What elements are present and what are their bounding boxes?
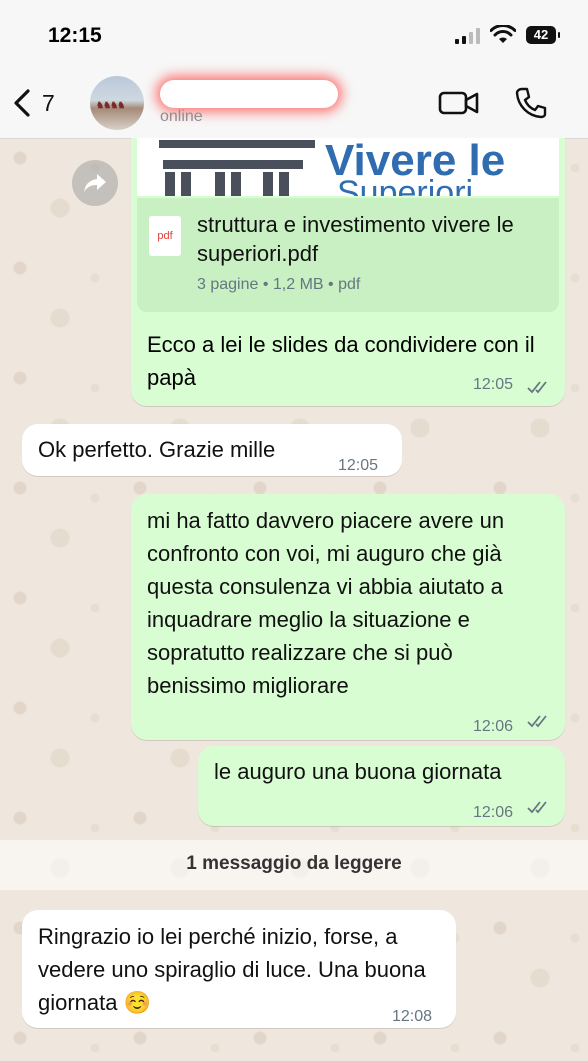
document-message[interactable]: Vivere le Superiori pdf struttura e inve… <box>131 138 565 406</box>
message-time: 12:08 <box>392 1008 433 1025</box>
status-time: 12:15 <box>48 24 102 47</box>
battery-icon: 42 <box>526 26 560 44</box>
unread-count[interactable]: 7 <box>42 90 55 117</box>
contact-avatar[interactable]: ♞♞♞♞ <box>90 76 144 130</box>
message-time: 12:05 <box>338 457 379 474</box>
pdf-icon: pdf <box>149 216 181 256</box>
forward-icon <box>84 174 106 192</box>
message-text: Ok perfetto. Grazie mille <box>38 437 276 462</box>
forward-button[interactable] <box>72 160 118 206</box>
phone-icon[interactable] <box>514 86 548 120</box>
file-card[interactable]: pdf struttura e investimento vivere le s… <box>137 198 559 312</box>
incoming-message[interactable]: Ringrazio io lei perché inizio, forse, a… <box>22 910 456 1028</box>
status-bar: 12:15 42 <box>0 0 588 70</box>
message-text: mi ha fatto davvero piacere avere un con… <box>147 508 505 698</box>
double-check-icon <box>527 715 547 728</box>
file-name: struttura e investimento vivere le super… <box>197 212 514 266</box>
outgoing-message[interactable]: mi ha fatto davvero piacere avere un con… <box>131 494 565 740</box>
message-time: 12:05 <box>473 376 514 393</box>
preview-subtitle: Superiori <box>337 174 474 196</box>
message-text: Ringrazio io lei perché inizio, forse, a… <box>38 924 426 1015</box>
incoming-message[interactable]: Ok perfetto. Grazie mille 12:05 <box>22 424 402 476</box>
wifi-icon <box>490 25 516 43</box>
double-check-icon <box>527 381 547 394</box>
unread-divider-label: 1 messaggio da leggere <box>186 853 402 874</box>
back-chevron-icon[interactable] <box>10 88 34 118</box>
outgoing-message[interactable]: le auguro una buona giornata 12:06 <box>198 746 565 826</box>
video-call-icon[interactable] <box>438 88 480 118</box>
contact-name-redacted[interactable] <box>160 80 338 108</box>
unread-divider: 1 messaggio da leggere <box>0 840 588 890</box>
contact-status: online <box>160 108 203 125</box>
signal-icon <box>455 28 480 44</box>
columns-logo-icon <box>159 140 315 196</box>
message-text: le auguro una buona giornata <box>214 759 502 784</box>
double-check-icon <box>527 801 547 814</box>
chat-header: 7 ♞♞♞♞ online <box>0 70 588 139</box>
message-time: 12:06 <box>473 718 514 735</box>
battery-level: 42 <box>533 27 549 42</box>
file-info: 3 pagine • 1,2 MB • pdf <box>197 276 361 293</box>
avatar-decoration: ♞♞♞♞ <box>96 100 125 110</box>
document-preview[interactable]: Vivere le Superiori <box>137 138 559 196</box>
message-time: 12:06 <box>473 804 514 821</box>
